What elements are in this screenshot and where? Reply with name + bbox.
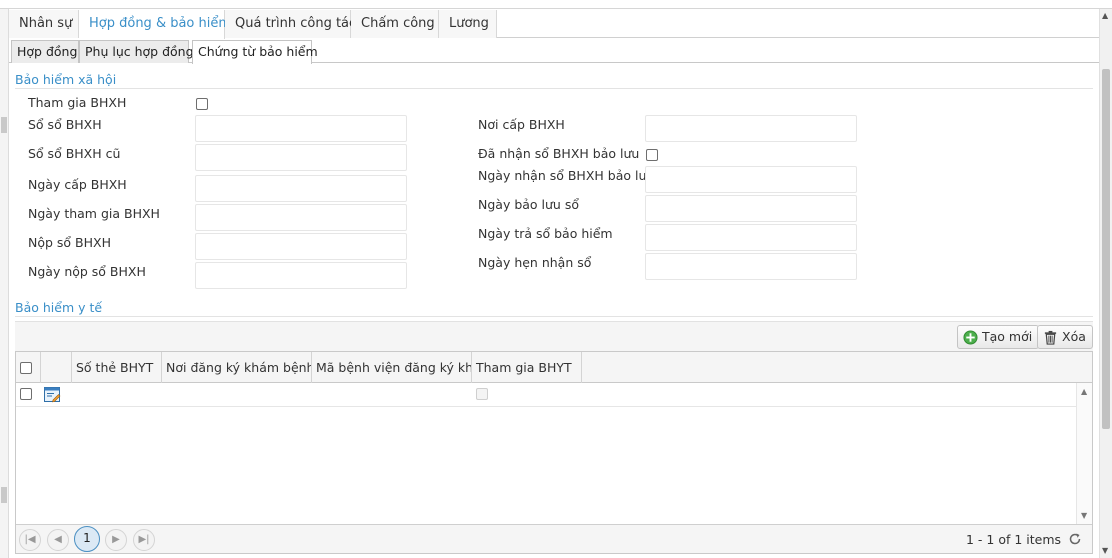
- tab-hop-dong-bao-hiem[interactable]: Hợp đồng & bảo hiểm: [79, 10, 231, 39]
- checkbox-tham-gia-bhxh[interactable]: [196, 98, 208, 110]
- section-divider: [15, 88, 1093, 89]
- tab-cham-cong[interactable]: Chấm công: [351, 10, 439, 38]
- tab-luong[interactable]: Lương: [439, 10, 497, 38]
- pager-info: 1 - 1 of 1 items: [966, 532, 1062, 547]
- subtab-hop-dong[interactable]: Hợp đồng: [11, 40, 79, 63]
- grid-header: Số thẻ BHYT Nơi đăng ký khám bệnh Mã bện…: [16, 352, 1092, 383]
- input-so-so-bhxh[interactable]: [195, 115, 407, 142]
- left-sidebar-edge: [0, 9, 9, 558]
- scroll-down-icon[interactable]: ▼: [1102, 546, 1108, 555]
- page-number-current[interactable]: 1: [74, 526, 100, 552]
- sub-tabs: Hợp đồng Phụ lục hợp đồng Chứng từ bảo h…: [9, 39, 1099, 64]
- scroll-up-icon[interactable]: ▲: [1102, 11, 1108, 20]
- tab-qua-trinh-cong-tac[interactable]: Quá trình công tác: [225, 10, 356, 38]
- header-ma-benh-vien-dang-ky-kham[interactable]: Mã bệnh viện đăng ký khám: [312, 352, 472, 383]
- prev-page-icon[interactable]: ◀: [47, 529, 69, 551]
- label-ngay-hen-nhan-so: Ngày hẹn nhận sổ: [478, 255, 592, 270]
- plus-circle-icon: [963, 330, 978, 345]
- checkbox-da-nhan-so-bhxh-bao-luu[interactable]: [646, 149, 658, 161]
- label-so-so-bhxh: Sổ sổ BHXH: [28, 117, 102, 132]
- label-noi-cap-bhxh: Nơi cấp BHXH: [478, 117, 565, 132]
- label-so-so-bhxh-cu: Sổ sổ BHXH cũ: [28, 146, 121, 161]
- first-page-icon[interactable]: |◀: [19, 529, 41, 551]
- next-page-icon[interactable]: ▶: [105, 529, 127, 551]
- label-da-nhan-so-bhxh-bao-luu: Đã nhận sổ BHXH bảo lưu: [478, 146, 640, 161]
- label-ngay-bao-luu-so: Ngày bảo lưu sổ: [478, 197, 579, 212]
- section-title-bhyt: Bảo hiểm y tế: [15, 300, 103, 315]
- label-ngay-tham-gia-bhxh: Ngày tham gia BHXH: [28, 206, 160, 221]
- label-ngay-cap-bhxh: Ngày cấp BHXH: [28, 177, 127, 192]
- section-title-bhxh: Bảo hiểm xã hội: [15, 72, 117, 87]
- create-button-label: Tạo mới: [982, 329, 1033, 344]
- edit-row-icon[interactable]: [44, 387, 61, 403]
- grid-pager: |◀ ◀ 1 ▶ ▶| 1 - 1 of 1 items: [16, 524, 1092, 553]
- sidebar-edge-mark: [1, 117, 7, 133]
- label-ngay-nop-so-bhxh: Ngày nộp sổ BHXH: [28, 264, 146, 279]
- label-ngay-tra-so-bao-hiem: Ngày trả sổ bảo hiểm: [478, 226, 613, 241]
- header-noi-dang-ky-kham-benh[interactable]: Nơi đăng ký khám bệnh: [162, 352, 312, 383]
- main-tabs: Nhân sự Hợp đồng & bảo hiểm Quá trình cô…: [9, 10, 1099, 39]
- input-so-so-bhxh-cu[interactable]: [195, 144, 407, 171]
- bhyt-grid: Số thẻ BHYT Nơi đăng ký khám bệnh Mã bện…: [15, 351, 1093, 554]
- input-ngay-hen-nhan-so[interactable]: [645, 253, 857, 280]
- header-tham-gia-bhyt[interactable]: Tham gia BHYT: [472, 352, 582, 383]
- input-ngay-nhan-so-bhxh-bao-luu[interactable]: [645, 166, 857, 193]
- bhyt-toolbar: Tạo mới Xóa: [15, 321, 1093, 351]
- header-select-all-cell: [16, 352, 41, 383]
- label-ngay-nhan-so-bhxh-bao-luu: Ngày nhận sổ BHXH bảo lưu: [478, 168, 655, 183]
- input-ngay-tra-so-bao-hiem[interactable]: [645, 224, 857, 251]
- last-page-icon[interactable]: ▶|: [133, 529, 155, 551]
- trash-icon: [1044, 330, 1057, 345]
- grid-scroll-down-icon[interactable]: ▼: [1081, 511, 1087, 520]
- header-edit-column: [41, 352, 72, 383]
- create-button[interactable]: Tạo mới: [957, 325, 1040, 349]
- header-so-the-bhyt[interactable]: Số thẻ BHYT: [72, 352, 162, 383]
- page-scrollbar[interactable]: ▲ ▼: [1099, 9, 1112, 558]
- refresh-icon[interactable]: [1068, 532, 1082, 546]
- window-top-strip: [0, 0, 1112, 9]
- input-ngay-tham-gia-bhxh[interactable]: [195, 204, 407, 231]
- input-noi-cap-bhxh[interactable]: [645, 115, 857, 142]
- checkbox-select-all[interactable]: [20, 362, 32, 374]
- delete-button[interactable]: Xóa: [1037, 325, 1093, 349]
- row-tham-gia-bhyt-checkbox: [476, 388, 488, 400]
- row-checkbox[interactable]: [20, 388, 32, 400]
- grid-scroll-up-icon[interactable]: ▲: [1081, 387, 1087, 396]
- subtab-chung-tu-bao-hiem[interactable]: Chứng từ bảo hiểm: [192, 40, 318, 64]
- page-scrollbar-thumb[interactable]: [1102, 69, 1110, 429]
- label-tham-gia-bhxh: Tham gia BHXH: [28, 95, 127, 110]
- delete-button-label: Xóa: [1062, 329, 1086, 344]
- grid-scrollbar[interactable]: ▲ ▼: [1076, 383, 1092, 525]
- sidebar-edge-mark: [1, 487, 7, 503]
- input-ngay-cap-bhxh[interactable]: [195, 175, 407, 202]
- label-nop-so-bhxh: Nộp sổ BHXH: [28, 235, 111, 250]
- subtab-phu-luc-hop-dong[interactable]: Phụ lục hợp đồng: [79, 40, 194, 63]
- tab-nhan-su[interactable]: Nhân sự: [9, 10, 79, 38]
- table-row[interactable]: [16, 383, 1076, 407]
- section-divider: [15, 316, 1093, 317]
- input-ngay-bao-luu-so[interactable]: [645, 195, 857, 222]
- input-nop-so-bhxh[interactable]: [195, 233, 407, 260]
- input-ngay-nop-so-bhxh[interactable]: [195, 262, 407, 289]
